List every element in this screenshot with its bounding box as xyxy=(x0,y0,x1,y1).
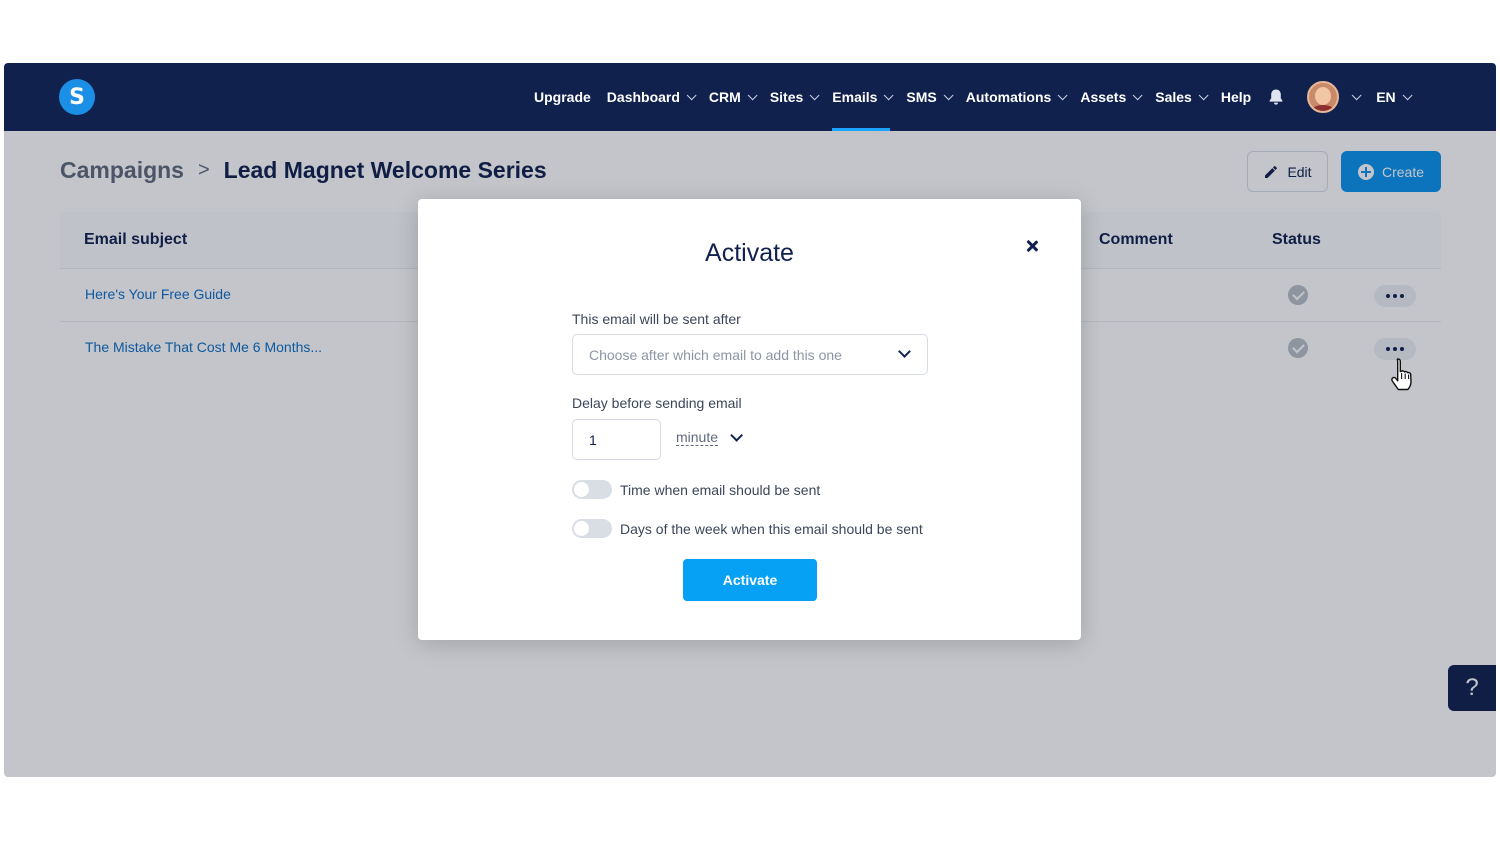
nav-item-upgrade[interactable]: Upgrade xyxy=(534,63,591,131)
chevron-down-icon xyxy=(1402,89,1413,100)
language-label: EN xyxy=(1376,89,1396,105)
send-days-toggle-label: Days of the week when this email should … xyxy=(620,520,923,537)
send-time-toggle[interactable] xyxy=(572,480,612,499)
nav-label: Help xyxy=(1220,89,1252,105)
previous-email-select[interactable]: Choose after which email to add this one xyxy=(572,334,928,375)
nav-menu: Upgrade Dashboard CRM Sites Emails SMS A… xyxy=(534,63,1425,131)
chevron-down-icon xyxy=(747,89,758,100)
days-toggle-row: Days of the week when this email should … xyxy=(572,519,923,538)
nav-label: Upgrade xyxy=(534,89,591,105)
nav-label: SMS xyxy=(906,89,937,105)
chevron-down-icon xyxy=(898,345,911,358)
modal-title: Activate xyxy=(705,239,794,267)
chevron-down-icon xyxy=(686,89,697,100)
nav-label: Assets xyxy=(1080,89,1127,105)
nav-item-sms[interactable]: SMS xyxy=(906,63,954,131)
nav-label: CRM xyxy=(708,89,741,105)
nav-label: Emails xyxy=(832,89,878,105)
nav-item-assets[interactable]: Assets xyxy=(1080,63,1143,131)
bell-icon[interactable] xyxy=(1267,88,1285,106)
send-time-toggle-label: Time when email should be sent xyxy=(620,481,821,498)
delay-unit-select[interactable]: minute xyxy=(676,429,744,446)
delay-unit-label: minute xyxy=(676,429,719,446)
hand-cursor-icon xyxy=(1391,358,1412,391)
delay-value: 1 xyxy=(589,432,597,448)
select-placeholder: Choose after which email to add this one xyxy=(589,347,842,363)
app-logo[interactable]: S xyxy=(59,79,95,115)
send-days-toggle[interactable] xyxy=(572,519,612,538)
chevron-down-icon xyxy=(1198,89,1209,100)
time-toggle-row: Time when email should be sent xyxy=(572,480,820,499)
nav-label: Dashboard xyxy=(606,89,680,105)
nav-label: Sites xyxy=(769,89,804,105)
nav-item-crm[interactable]: CRM xyxy=(708,63,758,131)
nav-item-sites[interactable]: Sites xyxy=(769,63,820,131)
nav-item-emails[interactable]: Emails xyxy=(832,63,894,131)
nav-label: Sales xyxy=(1155,89,1192,105)
delay-label: Delay before sending email xyxy=(572,395,742,411)
nav-label: Automations xyxy=(965,89,1052,105)
activate-button[interactable]: Activate xyxy=(683,559,817,601)
nav-item-help[interactable]: Help xyxy=(1221,63,1251,131)
nav-item-automations[interactable]: Automations xyxy=(965,63,1068,131)
chevron-down-icon xyxy=(884,89,894,100)
user-menu[interactable] xyxy=(1307,63,1362,131)
chevron-down-icon xyxy=(730,429,744,442)
app-window: S Upgrade Dashboard CRM Sites Emails SMS… xyxy=(4,63,1496,777)
chevron-down-icon xyxy=(1057,89,1068,100)
delay-input[interactable]: 1 xyxy=(572,419,661,460)
chevron-down-icon xyxy=(1351,89,1362,100)
chevron-down-icon xyxy=(809,89,820,100)
avatar xyxy=(1307,81,1340,113)
top-navbar: S Upgrade Dashboard CRM Sites Emails SMS… xyxy=(4,63,1496,131)
language-selector[interactable]: EN xyxy=(1376,63,1413,131)
activate-modal: Activate This email will be sent after C… xyxy=(418,199,1081,640)
close-icon[interactable] xyxy=(1022,237,1042,257)
nav-item-dashboard[interactable]: Dashboard xyxy=(606,63,697,131)
sent-after-label: This email will be sent after xyxy=(572,311,741,327)
chevron-down-icon xyxy=(1132,89,1143,100)
nav-item-sales[interactable]: Sales xyxy=(1155,63,1209,131)
chevron-down-icon xyxy=(943,89,954,100)
